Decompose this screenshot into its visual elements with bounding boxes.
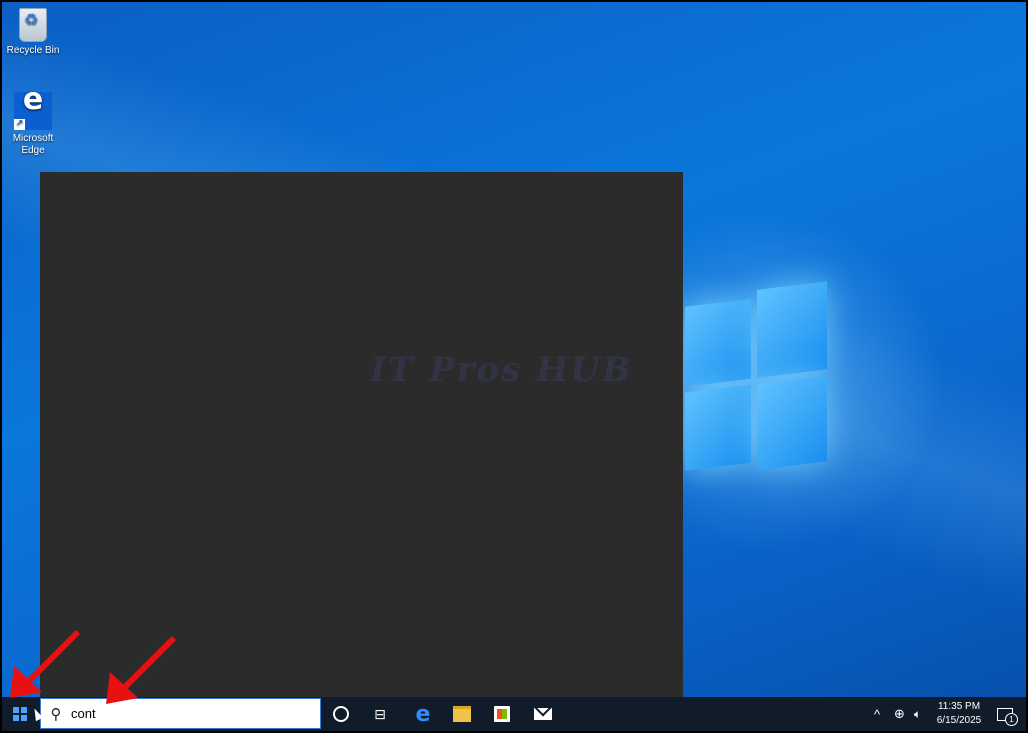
start-menu-panel: IT Pros HUB [40,172,683,698]
search-input[interactable] [71,706,301,721]
mail-button[interactable] [524,697,562,731]
clock-date: 6/15/2025 [936,715,982,726]
recycle-bin-icon [19,8,47,42]
cortana-icon [333,706,349,722]
network-button[interactable]: ⊕ [894,697,905,731]
desktop-icon-microsoft-edge[interactable]: e ↗ Microsoft Edge [2,85,64,157]
file-explorer-button[interactable] [443,697,481,731]
globe-network-icon: ⊕ [894,706,905,721]
volume-button[interactable]: 🔈︎ [914,697,921,731]
search-icon: ⚲ [50,705,62,723]
desktop-icon-recycle-bin[interactable]: Recycle Bin [2,8,64,57]
mail-icon [534,708,552,720]
windows-start-icon [13,707,27,721]
desktop: Recycle Bin e ↗ Microsoft Edge IT Pros H… [2,2,1026,731]
annotation-arrow-start [10,629,81,698]
file-explorer-icon [453,706,471,722]
notification-icon: 1 [997,707,1018,726]
task-view-icon: ⊟ [374,705,386,722]
edge-icon: e ↗ [14,85,52,130]
shortcut-arrow-icon: ↗ [14,119,25,130]
annotation-arrow-search [106,635,177,704]
clock[interactable]: 11:35 PM 6/15/2025 [926,700,992,728]
desktop-icon-label: Recycle Bin [6,45,60,56]
store-icon [494,706,510,722]
action-center-button[interactable]: 1 [990,697,1020,731]
speaker-icon: 🔈︎ [914,706,922,721]
cortana-button[interactable] [322,697,360,731]
edge-icon: e [415,701,431,727]
desktop-icon-label-line2: Edge [21,145,45,156]
clock-time: 11:35 PM [937,701,981,712]
watermark: IT Pros HUB [370,350,633,390]
desktop-icon-label-line1: Microsoft [12,133,54,144]
show-hidden-icons-button[interactable]: ^ [874,697,880,731]
task-view-button[interactable]: ⊟ [361,697,399,731]
store-button[interactable] [483,697,521,731]
notification-count-badge: 1 [1005,712,1018,726]
edge-taskbar-button[interactable]: e [404,697,442,731]
search-box[interactable]: ⚲ [40,698,321,729]
chevron-up-icon: ^ [874,706,881,722]
windows-logo-wallpaper [685,271,827,478]
